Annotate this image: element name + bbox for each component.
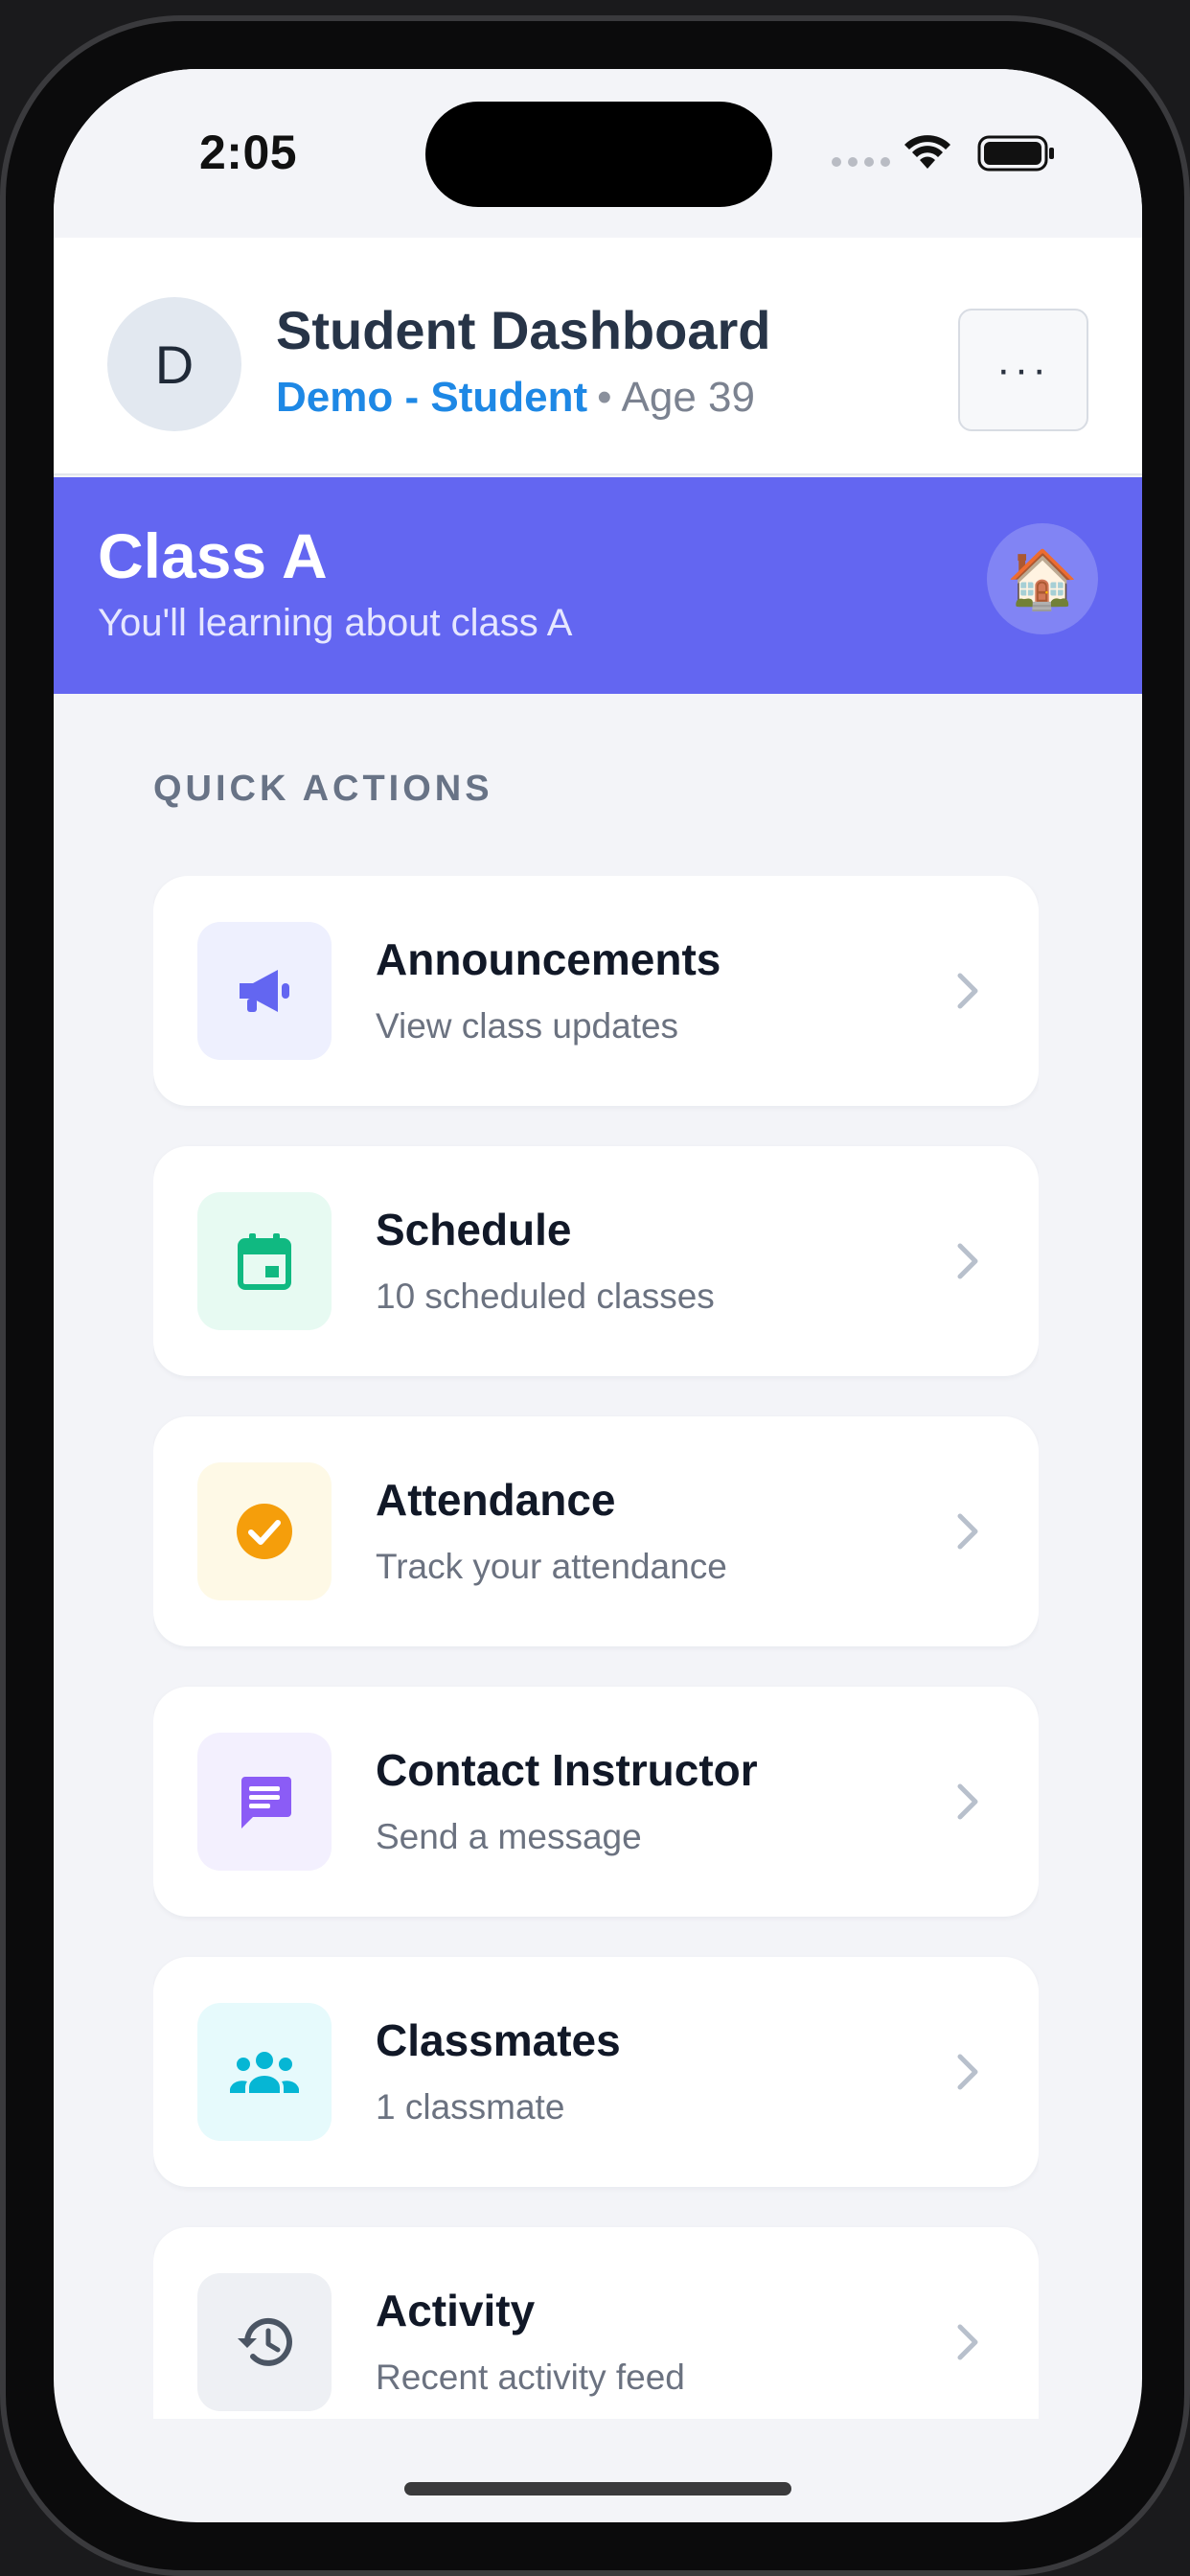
quick-actions-list: Announcements View class updates Schedul… xyxy=(153,876,1039,2419)
page-title: Student Dashboard xyxy=(276,300,771,360)
cellular-signal-icon xyxy=(832,157,890,167)
class-banner[interactable]: Class A You'll learning about class A 🏠 xyxy=(54,477,1142,694)
class-title: Class A xyxy=(98,520,328,591)
card-title: Contact Instructor xyxy=(376,1745,758,1795)
people-icon xyxy=(230,2052,299,2093)
history-icon xyxy=(238,2317,292,2366)
app-header: D Student Dashboard Demo - Student • Age 3… xyxy=(54,238,1142,475)
card-subtitle: Send a message xyxy=(376,1817,642,1856)
card-title: Classmates xyxy=(376,2015,621,2065)
chevron-right-icon xyxy=(957,2054,978,2090)
chevron-right-icon xyxy=(957,1243,978,1279)
user-info: Demo - Student • Age 39 xyxy=(276,374,755,422)
action-card-activity[interactable]: Activity Recent activity feed xyxy=(153,2227,1039,2419)
action-card-contact-instructor[interactable]: Contact Instructor Send a message xyxy=(153,1687,1039,1917)
status-bar: 2:05 xyxy=(54,69,1142,238)
separator: • xyxy=(597,374,612,421)
wifi-icon xyxy=(904,135,950,169)
check-circle-icon xyxy=(237,1504,292,1559)
card-title: Announcements xyxy=(376,934,721,984)
more-icon: ··· xyxy=(996,346,1050,393)
dynamic-island xyxy=(425,102,772,207)
chevron-right-icon xyxy=(957,973,978,1009)
action-card-attendance[interactable]: Attendance Track your attendance xyxy=(153,1416,1039,1646)
status-time: 2:05 xyxy=(199,126,298,179)
card-icon-box xyxy=(197,1462,332,1600)
card-subtitle: View class updates xyxy=(376,1006,679,1046)
card-icon-box xyxy=(197,2273,332,2411)
chevron-right-icon xyxy=(957,2324,978,2360)
chevron-right-icon xyxy=(957,1783,978,1820)
card-icon-box xyxy=(197,922,332,1060)
action-card-announcements[interactable]: Announcements View class updates xyxy=(153,876,1039,1106)
card-title: Activity xyxy=(376,2286,536,2335)
card-icon-box xyxy=(197,2003,332,2141)
action-card-classmates[interactable]: Classmates 1 classmate xyxy=(153,1957,1039,2187)
calendar-icon xyxy=(238,1233,291,1290)
more-menu-button[interactable]: ··· xyxy=(958,309,1088,431)
section-heading: QUICK ACTIONS xyxy=(153,769,493,809)
phone-screen: 2:05 D Student Dashboard Demo - Student •… xyxy=(54,69,1142,2522)
user-name: Demo - Student xyxy=(276,374,588,421)
action-card-schedule[interactable]: Schedule 10 scheduled classes xyxy=(153,1146,1039,1376)
class-subtitle: You'll learning about class A xyxy=(98,602,573,644)
card-subtitle: 10 scheduled classes xyxy=(376,1276,715,1316)
user-age: Age 39 xyxy=(621,374,755,421)
card-subtitle: 1 classmate xyxy=(376,2087,565,2127)
card-subtitle: Recent activity feed xyxy=(376,2358,685,2397)
megaphone-icon xyxy=(240,970,289,1012)
message-icon xyxy=(241,1777,291,1828)
card-icon-box xyxy=(197,1192,332,1330)
card-icon-box xyxy=(197,1733,332,1871)
house-icon[interactable]: 🏠 xyxy=(987,523,1098,634)
avatar[interactable]: D xyxy=(107,297,241,431)
card-subtitle: Track your attendance xyxy=(376,1547,727,1586)
card-title: Schedule xyxy=(376,1205,572,1254)
home-indicator[interactable] xyxy=(404,2482,791,2496)
card-title: Attendance xyxy=(376,1475,616,1525)
chevron-right-icon xyxy=(957,1513,978,1550)
battery-icon xyxy=(977,135,1054,172)
